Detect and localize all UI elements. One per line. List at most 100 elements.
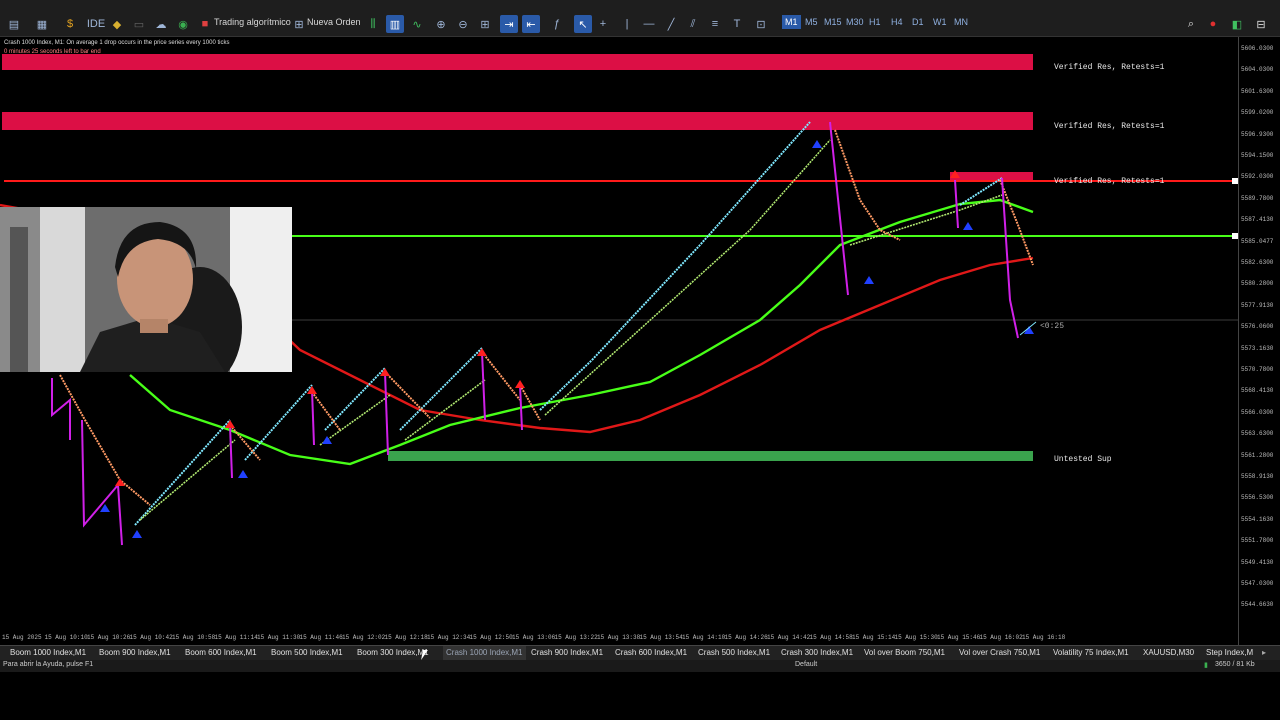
symbol-tab[interactable]: Vol over Boom 750,M1 xyxy=(864,648,945,657)
time-tick-label: 15 Aug 12:34 xyxy=(427,634,471,641)
algo-trading-button[interactable]: Trading algorítmico xyxy=(214,17,291,27)
price-tick-label: 5577.9130 xyxy=(1241,301,1274,309)
timeframe-m30[interactable]: M30 xyxy=(846,17,864,27)
symbol-tab[interactable]: Boom 300 Index,M1 xyxy=(357,648,429,657)
symbol-tab[interactable]: Volatility 75 Index,M1 xyxy=(1053,648,1129,657)
timeframe-m1[interactable]: M1 xyxy=(782,15,801,29)
price-tick-label: 5563.6300 xyxy=(1241,430,1274,438)
price-tick-label: 5587.4130 xyxy=(1241,216,1274,224)
status-bar: Para abrir la Ayuda, pulse F1 Default ▮ … xyxy=(0,660,1280,672)
search-icon[interactable]: ⌕ xyxy=(1184,15,1198,33)
price-tick-label: 5582.6300 xyxy=(1241,259,1274,266)
time-tick-label: 15 Aug 12:02 xyxy=(342,634,386,641)
time-tick-label: 15 Aug 10:42 xyxy=(129,634,173,641)
symbol-tab[interactable]: XAUUSD,M30 xyxy=(1143,648,1194,657)
fibonacci-icon[interactable]: ≡ xyxy=(708,15,722,33)
time-tick-label: 15 Aug 14:58 xyxy=(809,634,853,641)
new-chart-icon[interactable]: ▦ xyxy=(34,15,50,33)
chart-type-icon[interactable]: ▤ xyxy=(6,15,22,33)
time-tick-label: 15 Aug 14:26 xyxy=(724,634,768,641)
symbol-tab[interactable]: Crash 300 Index,M1 xyxy=(781,648,853,657)
timeframe-m5[interactable]: M5 xyxy=(805,17,818,27)
time-tick-label: 15 Aug 16:02 xyxy=(979,634,1023,641)
price-tick-label: 5551.7800 xyxy=(1241,537,1274,545)
price-tick-label: 5566.0300 xyxy=(1241,408,1274,416)
chart-shift-icon[interactable]: ⇤ xyxy=(522,15,540,33)
time-tick-label: 15 Aug 2025 xyxy=(2,634,42,641)
time-tick-label: 15 Aug 14:42 xyxy=(767,634,811,641)
toolbar: ▤ ▦ $ IDE ◆ ▭ ☁ ◉ ■ Trading algorítmico … xyxy=(0,0,1280,37)
bar-chart-icon[interactable]: ⫼ xyxy=(366,15,380,33)
channel-icon[interactable]: ⫽ xyxy=(686,15,700,33)
time-tick-label: 15 Aug 11:46 xyxy=(299,634,343,641)
indicators-icon[interactable]: ƒ xyxy=(550,15,564,33)
grid-icon[interactable]: ⊞ xyxy=(478,15,492,33)
new-order-icon[interactable]: ⊞ xyxy=(292,15,306,33)
timeframe-m15[interactable]: M15 xyxy=(824,17,842,27)
price-tick-label: 5594.1500 xyxy=(1241,152,1274,159)
shopping-bag-icon[interactable]: ◆ xyxy=(110,15,124,33)
time-tick-label: 15 Aug 15:14 xyxy=(852,634,896,641)
notifications-icon[interactable]: ● xyxy=(1206,15,1220,33)
time-tick-label: 15 Aug 10:26 xyxy=(87,634,131,641)
time-tick-label: 15 Aug 15:46 xyxy=(937,634,981,641)
webcam-image xyxy=(0,207,292,372)
tabs-scroll-right-icon[interactable]: ▸ xyxy=(1262,648,1266,657)
shapes-icon[interactable]: ⊡ xyxy=(752,15,770,33)
crosshair-icon[interactable]: + xyxy=(596,15,610,33)
symbol-tab[interactable]: Boom 900 Index,M1 xyxy=(99,648,171,657)
symbol-tab[interactable]: Vol over Crash 750,M1 xyxy=(959,648,1040,657)
algo-trading-icon[interactable]: ■ xyxy=(198,15,212,33)
window-menu-icon[interactable]: ⊟ xyxy=(1254,15,1268,33)
symbol-tab[interactable]: Boom 1000 Index,M1 xyxy=(10,648,86,657)
time-tick-label: 15 Aug 10:58 xyxy=(172,634,216,641)
cursor-icon[interactable]: ↖ xyxy=(574,15,592,33)
vertical-line-icon[interactable]: | xyxy=(620,15,634,33)
traffic-indicator[interactable]: 3650 / 81 Kb xyxy=(1215,661,1255,668)
timeframe-w1[interactable]: W1 xyxy=(933,17,947,27)
signals-icon[interactable]: ◧ xyxy=(1230,15,1244,33)
horizontal-line-icon[interactable]: — xyxy=(642,15,656,33)
text-icon[interactable]: T xyxy=(730,15,744,33)
support-zone xyxy=(388,451,1033,461)
symbol-tab[interactable]: Boom 600 Index,M1 xyxy=(185,648,257,657)
time-tick-label: 15 Aug 12:50 xyxy=(469,634,513,641)
autoscroll-icon[interactable]: ⇥ xyxy=(500,15,518,33)
timeframe-h1[interactable]: H1 xyxy=(869,17,881,27)
time-tick-label: 15 Aug 11:30 xyxy=(257,634,301,641)
symbol-tab[interactable]: Step Index,M xyxy=(1206,648,1253,657)
zoom-out-icon[interactable]: ⊖ xyxy=(456,15,470,33)
time-tick-label: 15 Aug 13:54 xyxy=(639,634,683,641)
zone-label-2: Verified Res, Retests=1 xyxy=(1054,122,1165,131)
countdown-label: <0:25 xyxy=(1040,322,1065,331)
ide-button[interactable]: IDE xyxy=(87,15,105,33)
help-hint: Para abrir la Ayuda, pulse F1 xyxy=(3,661,94,668)
zone-label-3: Verified Res, Retests=1 xyxy=(1054,177,1165,186)
timeframe-h4[interactable]: H4 xyxy=(891,17,903,27)
symbol-tab[interactable]: Boom 500 Index,M1 xyxy=(271,648,343,657)
strategy-tester-icon[interactable]: ▭ xyxy=(132,15,146,33)
trendline-icon[interactable]: ╱ xyxy=(664,15,678,33)
symbol-tab[interactable]: Crash 1000 Index,M1 xyxy=(443,646,526,660)
symbol-tab[interactable]: Crash 600 Index,M1 xyxy=(615,648,687,657)
candlestick-icon[interactable]: ▥ xyxy=(386,15,404,33)
profile-name[interactable]: Default xyxy=(795,661,817,668)
price-scale[interactable] xyxy=(1238,37,1280,645)
time-tick-label: 15 Aug 15:30 xyxy=(894,634,938,641)
zoom-in-icon[interactable]: ⊕ xyxy=(434,15,448,33)
globe-icon[interactable]: ◉ xyxy=(176,15,190,33)
timeframe-d1[interactable]: D1 xyxy=(912,17,924,27)
line-chart-icon[interactable]: ∿ xyxy=(410,15,424,33)
cloud-icon[interactable]: ☁ xyxy=(154,15,168,33)
market-watch-icon[interactable]: $ xyxy=(62,15,78,33)
price-tick-label: 5601.6300 xyxy=(1241,87,1274,95)
symbol-tabs-bar: Boom 1000 Index,M1 Boom 900 Index,M1 Boom … xyxy=(0,645,1280,660)
timeframe-mn[interactable]: MN xyxy=(954,17,968,27)
price-tick-label: 5544.6630 xyxy=(1241,601,1274,609)
price-tick-label: 5596.9300 xyxy=(1241,130,1274,138)
symbol-tab[interactable]: Crash 500 Index,M1 xyxy=(698,648,770,657)
price-tick-label: 5561.2800 xyxy=(1241,451,1274,459)
zone-label-4: Untested Sup xyxy=(1054,455,1112,464)
new-order-button[interactable]: Nueva Orden xyxy=(307,17,361,27)
symbol-tab[interactable]: Crash 900 Index,M1 xyxy=(531,648,603,657)
